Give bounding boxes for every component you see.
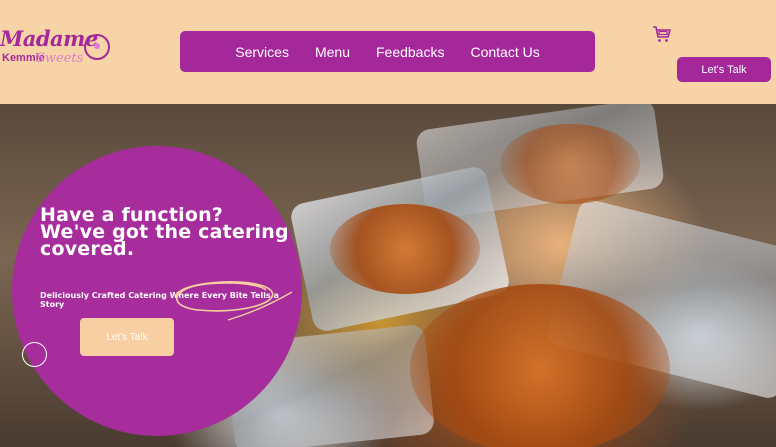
nav-feedbacks[interactable]: Feedbacks: [376, 44, 444, 60]
shopping-cart-icon[interactable]: [652, 24, 672, 44]
lets-talk-header-button[interactable]: Let's Talk: [677, 57, 771, 82]
highlight-ellipse-icon: [175, 281, 293, 321]
site-header: Madame Kemmie Sweets Services Menu Feedb…: [0, 0, 776, 104]
food-image: [410, 284, 670, 447]
nav-services[interactable]: Services: [235, 44, 289, 60]
food-image: [330, 204, 480, 294]
hero-title-text: Have a function? We've got the catering …: [40, 204, 289, 260]
logo-emblem-icon: [84, 34, 110, 60]
main-nav: Services Menu Feedbacks Contact Us: [180, 31, 595, 72]
brand-logo[interactable]: Madame Kemmie Sweets: [0, 22, 120, 74]
nav-menu[interactable]: Menu: [315, 44, 350, 60]
carousel-dot[interactable]: [22, 342, 47, 367]
food-image: [500, 124, 640, 204]
lets-talk-hero-button[interactable]: Let's Talk: [80, 318, 174, 356]
hero-title: Have a function? We've got the catering …: [40, 204, 310, 260]
logo-text-sweets: Sweets: [36, 51, 84, 66]
nav-contact-us[interactable]: Contact Us: [470, 44, 539, 60]
